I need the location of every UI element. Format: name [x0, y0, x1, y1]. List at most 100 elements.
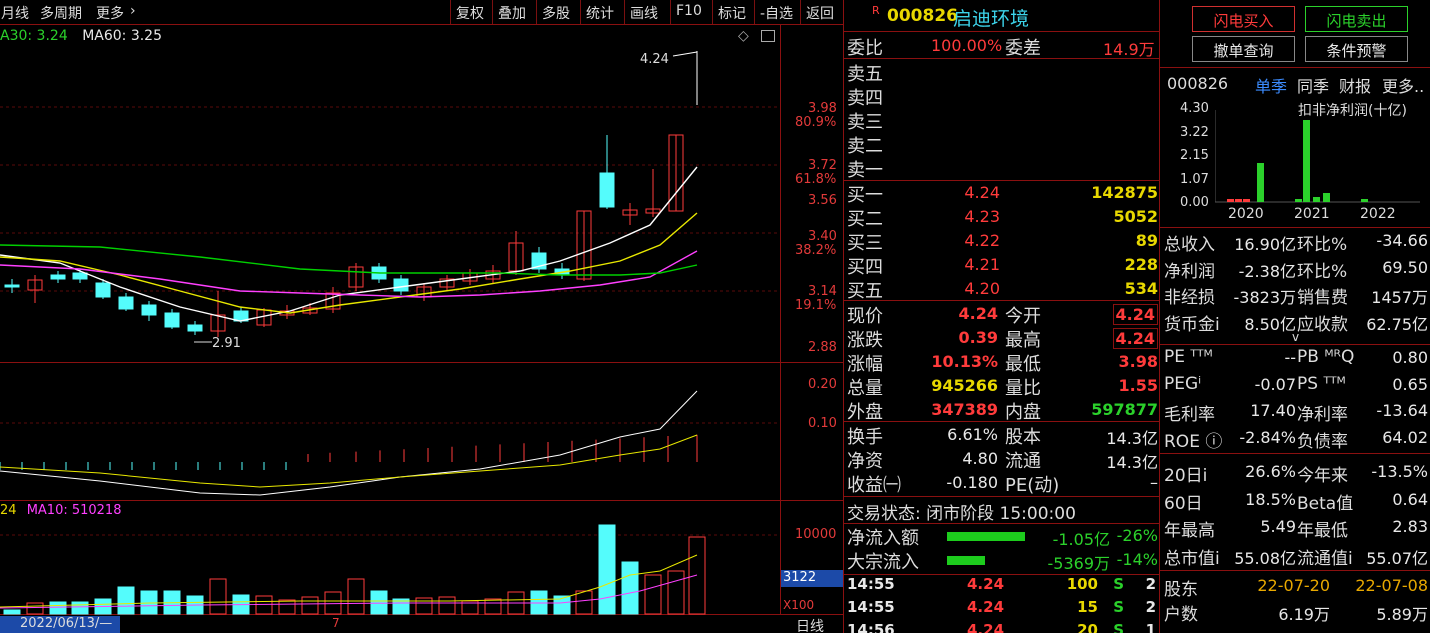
flow-value: -1.05亿 [1052, 530, 1110, 549]
moving-average-line [0, 166, 698, 322]
volume-bar [3, 609, 21, 615]
quote-value: 0.39 [958, 328, 998, 347]
candlestick [164, 309, 180, 329]
price-axis-tick: 2.88 [808, 340, 837, 355]
quote-row: 涨跌 0.39 最高 4.24 [847, 326, 1158, 351]
candlestick [645, 169, 661, 217]
low-marker: 2.91 [212, 336, 241, 351]
fundamental-label: 收益㈠ [847, 475, 901, 496]
chevron-right-icon[interactable]: › [130, 3, 136, 19]
quote-label: 涨幅 [847, 354, 883, 375]
holders-label: 户数 [1164, 605, 1198, 625]
year-label: 2021 [1294, 206, 1330, 222]
toolbar-button[interactable]: 叠加 [492, 0, 531, 24]
tick-row: 14:55 4.24 15 S 2 [847, 598, 1158, 622]
bid-price: 4.23 [964, 207, 1000, 226]
divider [1160, 67, 1430, 68]
volume-bar [575, 590, 593, 615]
quote-value: 347389 [931, 400, 998, 419]
candlestick [210, 291, 226, 337]
toolbar-button[interactable]: 画线 [624, 0, 663, 24]
weicha-label: 委差 [1005, 38, 1041, 59]
perf-value: 18.5% [1245, 489, 1296, 509]
volume-bar [301, 596, 319, 615]
volume-legend: 24 MA10: 510218 [0, 503, 121, 518]
ratios-value: -2.84% [1239, 427, 1296, 447]
more-menu[interactable]: 更多 [96, 3, 124, 23]
toolbar-button[interactable]: -自选 [754, 0, 798, 24]
fundamental-value: 4.80 [962, 449, 998, 468]
quote-value: 3.98 [1118, 352, 1158, 371]
date-mark: 7 [332, 616, 340, 630]
tick-time: 14:56 [847, 621, 895, 633]
profit-bar [1227, 199, 1234, 202]
cancel-query-button[interactable]: 撤单查询 [1192, 36, 1295, 62]
tick-volume: 20 [1077, 621, 1098, 633]
ratios-label: PEGⁱ [1164, 373, 1202, 394]
fib-pct-tick: 38.2% [795, 243, 837, 258]
toolbar-button[interactable]: 标记 [712, 0, 751, 24]
quote-row: 外盘 347389 内盘 597877 [847, 398, 1158, 423]
ask-level-label: 卖四 [847, 88, 883, 109]
kline-chart[interactable]: 4.24 2.91 [0, 25, 780, 615]
tab-quarter[interactable]: 单季 [1255, 73, 1287, 97]
quote-label: 涨跌 [847, 330, 883, 351]
profit-bar [1303, 120, 1310, 202]
volume-bar [255, 595, 273, 615]
period-label[interactable]: 日线 [796, 616, 824, 633]
stats-label: 销售费 [1297, 288, 1348, 308]
ratios-value: 17.40 [1250, 401, 1296, 420]
stock-name[interactable]: 启迪环境 [953, 4, 1029, 31]
bid-volume: 534 [1124, 279, 1158, 298]
volume-bar [621, 561, 639, 615]
quote-label: 今开 [1005, 306, 1041, 327]
flash-buy-button[interactable]: 闪电买入 [1192, 6, 1295, 32]
toolbar-button[interactable]: 多股 [536, 0, 575, 24]
ratios-value: -0.07 [1254, 374, 1296, 394]
stats-value: 1457万 [1371, 288, 1428, 307]
bid-row[interactable]: 买二 4.23 5052 [847, 205, 1158, 230]
toolbar-button[interactable]: 复权 [450, 0, 489, 24]
profit-y-tick: 4.30 [1180, 101, 1209, 116]
tick-time: 14:55 [847, 598, 895, 616]
profit-bar [1235, 199, 1242, 202]
condition-alert-button[interactable]: 条件预警 [1305, 36, 1408, 62]
perf-value: 2.83 [1392, 517, 1428, 536]
period-tab[interactable]: 月线 [1, 3, 29, 23]
tab-report[interactable]: 财报 [1339, 73, 1371, 97]
multi-period-tab[interactable]: 多周期 [40, 3, 82, 23]
bid-volume: 89 [1135, 231, 1158, 250]
candlestick [393, 275, 409, 295]
bid-row[interactable]: 买三 4.22 89 [847, 229, 1158, 254]
year-label: 2020 [1228, 206, 1264, 222]
perf-label: 年最高 [1164, 521, 1215, 541]
divider [844, 58, 1159, 59]
bid-row[interactable]: 买一 4.24 142875 [847, 181, 1158, 206]
volume-bar [324, 591, 342, 615]
ratios-value: 0.80 [1392, 348, 1428, 367]
flow-bar [947, 532, 1025, 541]
bid-volume: 142875 [1091, 183, 1158, 202]
money-flow-row: 净流入额 -1.05亿 -26% [847, 524, 1158, 549]
toolbar-button[interactable]: 统计 [580, 0, 619, 24]
flow-label: 大宗流入 [847, 552, 919, 573]
quote-label: 外盘 [847, 402, 883, 423]
weibi-label: 委比 [847, 38, 883, 59]
volume-legend-a: 24 [0, 503, 17, 518]
fundamental-value: 6.61% [947, 425, 998, 444]
tab-more[interactable]: 更多.. [1382, 73, 1424, 97]
quote-value: 4.24 [1112, 328, 1158, 349]
quote-label: 最低 [1005, 354, 1041, 375]
ratios-label: 负债率 [1297, 431, 1348, 452]
volume-bar [484, 598, 502, 615]
fib-pct-tick: 80.9% [795, 115, 837, 130]
flash-sell-button[interactable]: 闪电卖出 [1305, 6, 1408, 32]
bid-row[interactable]: 买四 4.21 228 [847, 253, 1158, 278]
fundamental-value: -0.180 [946, 473, 998, 492]
toolbar-button[interactable]: 返回 [800, 0, 839, 24]
bid-row[interactable]: 买五 4.20 534 [847, 277, 1158, 302]
tick-side: S [1113, 575, 1124, 593]
tab-same-quarter[interactable]: 同季 [1297, 73, 1329, 97]
volume-bar [644, 574, 662, 615]
toolbar-button[interactable]: F10 [670, 0, 707, 24]
